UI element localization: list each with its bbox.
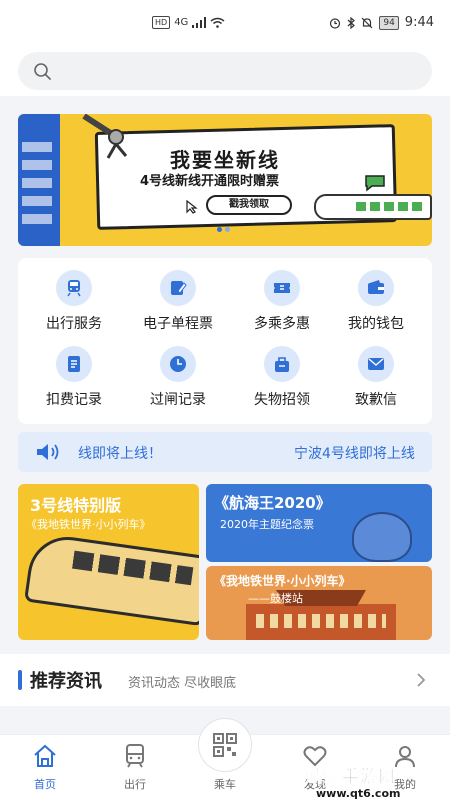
notice-text: 宁波4号线即将上线 bbox=[294, 446, 415, 462]
service-label: 多乘多惠 bbox=[254, 316, 310, 332]
home-icon bbox=[34, 744, 56, 767]
document-icon bbox=[56, 346, 92, 382]
site-watermark: 蜻蜓手游网 www.qt6.com bbox=[306, 762, 446, 800]
tab-trip[interactable]: 出行 bbox=[90, 735, 180, 800]
status-network: HD 4G bbox=[152, 16, 225, 29]
service-wallet[interactable]: 我的钱包 bbox=[324, 270, 428, 333]
train-icon bbox=[126, 744, 144, 768]
alarm-icon bbox=[330, 17, 341, 29]
promo-subtitle: 2020年主题纪念票 bbox=[220, 518, 314, 531]
search-area bbox=[0, 44, 450, 96]
promo-tile-drum-tower[interactable]: 《我地铁世界·小小列车》 ——鼓楼站 bbox=[206, 566, 432, 640]
search-icon bbox=[34, 63, 51, 80]
service-label: 失物招领 bbox=[254, 392, 310, 408]
promo-tile-line3[interactable]: 3号线特别版 《我地铁世界·小小列车》 bbox=[18, 484, 199, 640]
promo-title: 《航海王2020》 bbox=[214, 494, 331, 512]
service-discount[interactable]: 多乘多惠 bbox=[230, 270, 334, 333]
watermark-text: 蜻蜓手游网 bbox=[306, 767, 396, 788]
status-bar: HD 4G 94 9:44 bbox=[0, 0, 450, 44]
status-right: 94 9:44 bbox=[329, 15, 434, 30]
search-input[interactable] bbox=[18, 52, 432, 90]
notice-marquee[interactable]: 线即将上线！ 宁波4号线即将上线 bbox=[18, 432, 432, 472]
section-accent-bar bbox=[18, 670, 22, 690]
toy-train-illustration bbox=[24, 531, 199, 627]
cursor-icon bbox=[186, 200, 198, 214]
service-lost-found[interactable]: 失物招领 bbox=[230, 346, 334, 409]
tab-label: 首页 bbox=[34, 778, 56, 791]
news-subtitle: 资讯动态 尽收眼底 bbox=[128, 676, 237, 691]
service-label: 电子单程票 bbox=[143, 316, 213, 332]
tab-label: 出行 bbox=[124, 778, 146, 791]
drum-tower-illustration bbox=[246, 604, 396, 640]
service-label: 过闸记录 bbox=[150, 392, 206, 408]
clock-time: 9:44 bbox=[404, 15, 434, 30]
banner-prev-slide-peek bbox=[18, 114, 60, 246]
service-gate-records[interactable]: 过闸记录 bbox=[126, 346, 230, 409]
network-type: 4G bbox=[174, 17, 189, 28]
promo-subtitle: 《我地铁世界·小小列车》 bbox=[26, 518, 151, 531]
scan-ride-button[interactable] bbox=[198, 718, 252, 772]
chat-bubble-icon bbox=[365, 175, 385, 192]
watermark-url: www.qt6.com bbox=[316, 787, 401, 800]
qr-code-icon bbox=[213, 733, 237, 757]
notice-text: 线即将上线！ bbox=[78, 446, 162, 462]
ticket-edit-icon bbox=[160, 270, 196, 306]
banner-pagination bbox=[217, 227, 230, 232]
metro-train-icon bbox=[56, 270, 92, 306]
banner-claim-button[interactable]: 戳我领取 bbox=[206, 195, 292, 215]
chevron-right-icon bbox=[417, 673, 426, 687]
battery-indicator: 94 bbox=[379, 15, 399, 30]
mail-icon bbox=[358, 346, 394, 382]
service-grid: 出行服务 电子单程票 多乘多惠 我的钱包 扣费记录 过闸记录 失物招领 致歉信 bbox=[18, 258, 432, 424]
tab-label: 乘车 bbox=[214, 778, 236, 791]
train-illustration bbox=[314, 194, 432, 220]
mute-bell-icon bbox=[361, 17, 373, 28]
promo-tile-one-piece[interactable]: 《航海王2020》 2020年主题纪念票 bbox=[206, 484, 432, 562]
pagination-dot bbox=[225, 227, 230, 232]
service-e-ticket[interactable]: 电子单程票 bbox=[126, 270, 230, 333]
lost-found-icon bbox=[264, 346, 300, 382]
service-label: 我的钱包 bbox=[348, 316, 404, 332]
tab-home[interactable]: 首页 bbox=[0, 735, 90, 800]
banner-title: 我要坐新线 bbox=[170, 148, 280, 172]
service-travel[interactable]: 出行服务 bbox=[22, 270, 126, 333]
wifi-icon bbox=[210, 17, 225, 28]
promo-title: 《我地铁世界·小小列车》 bbox=[214, 574, 351, 588]
speaker-icon bbox=[37, 444, 59, 460]
news-title: 推荐资讯 bbox=[30, 671, 102, 692]
service-label: 致歉信 bbox=[355, 392, 397, 408]
service-label: 扣费记录 bbox=[46, 392, 102, 408]
bluetooth-icon bbox=[347, 16, 356, 29]
service-charge-records[interactable]: 扣费记录 bbox=[22, 346, 126, 409]
banner-subtitle: 4号线新线开通限时赠票 bbox=[140, 174, 280, 189]
pagination-dot bbox=[217, 227, 222, 232]
signal-icon bbox=[192, 17, 207, 28]
pirate-illustration bbox=[352, 512, 412, 562]
wallet-icon bbox=[358, 270, 394, 306]
claw-icon bbox=[82, 114, 128, 159]
hd-badge: HD bbox=[152, 16, 171, 29]
coupon-icon bbox=[264, 270, 300, 306]
promo-subtitle: ——鼓楼站 bbox=[248, 592, 303, 605]
promo-title: 3号线特别版 bbox=[30, 496, 122, 515]
service-label: 出行服务 bbox=[46, 316, 102, 332]
service-apology-letter[interactable]: 致歉信 bbox=[324, 346, 428, 409]
news-section-header[interactable]: 推荐资讯 资讯动态 尽收眼底 bbox=[0, 654, 450, 706]
clock-icon bbox=[160, 346, 196, 382]
